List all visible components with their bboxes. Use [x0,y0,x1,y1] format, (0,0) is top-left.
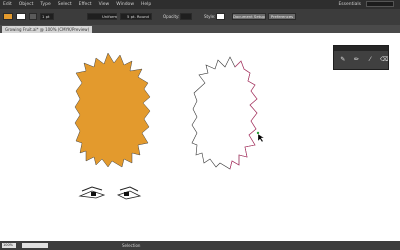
cursor-arrow-icon [257,133,265,143]
style-label: Style: [204,14,216,19]
status-bar: 100% Selection [0,241,400,250]
right-pupil [124,192,129,196]
orange-hair-shape[interactable] [74,52,151,168]
stroke-weight-field[interactable]: 1 pt [40,13,54,20]
document-tab-bar: Growing Fruit.ai* @ 100% (CMYK/Preview) [0,25,400,33]
stroke-weight-value: 1 pt [42,14,50,19]
stroke-profile-value: Uniform [102,14,118,19]
left-eyebrow[interactable] [81,186,103,192]
search-input[interactable] [366,1,394,7]
opacity-field[interactable] [180,13,192,20]
current-tool-label: Selection [122,243,141,248]
workspace-switcher[interactable]: Essentials [338,2,361,7]
control-bar: 1 pt Uniform 5 pt. Round Opacity: Style:… [0,9,400,25]
menu-edit[interactable]: Edit [3,2,12,7]
document-tab[interactable]: Growing Fruit.ai* @ 100% (CMYK/Preview) [2,26,93,33]
preferences-button[interactable]: Preferences [268,13,296,20]
artboard-canvas[interactable] [0,33,400,241]
menu-effect[interactable]: Effect [79,2,92,7]
brush-definition-value: 5 pt. Round [127,14,149,19]
menu-type[interactable]: Type [40,2,50,7]
menu-object[interactable]: Object [19,2,34,7]
stroke-profile-select[interactable]: Uniform [87,13,117,20]
menu-right: Essentials [338,1,394,7]
brush-definition-select[interactable]: 5 pt. Round [120,13,152,20]
left-pupil [91,192,96,196]
menu-select[interactable]: Select [58,2,72,7]
menu-view[interactable]: View [99,2,110,7]
document-setup-button[interactable]: Document Setup [232,13,266,20]
right-eyebrow[interactable] [119,186,139,192]
outline-hair-shape[interactable] [191,56,258,170]
style-swatch[interactable] [216,13,225,20]
stroke-label[interactable] [29,13,37,20]
fill-swatch[interactable] [3,13,13,20]
menu-items: Edit Object Type Select Effect View Wind… [3,2,151,7]
selected-segment[interactable] [229,60,258,170]
opacity-label: Opacity: [163,14,180,19]
menu-window[interactable]: Window [116,2,134,7]
zoom-field[interactable]: 100% [2,243,16,248]
stroke-swatch[interactable] [16,13,26,20]
menu-help[interactable]: Help [141,2,151,7]
menu-bar: Edit Object Type Select Effect View Wind… [0,0,400,9]
artboard-navigation[interactable] [22,243,48,248]
